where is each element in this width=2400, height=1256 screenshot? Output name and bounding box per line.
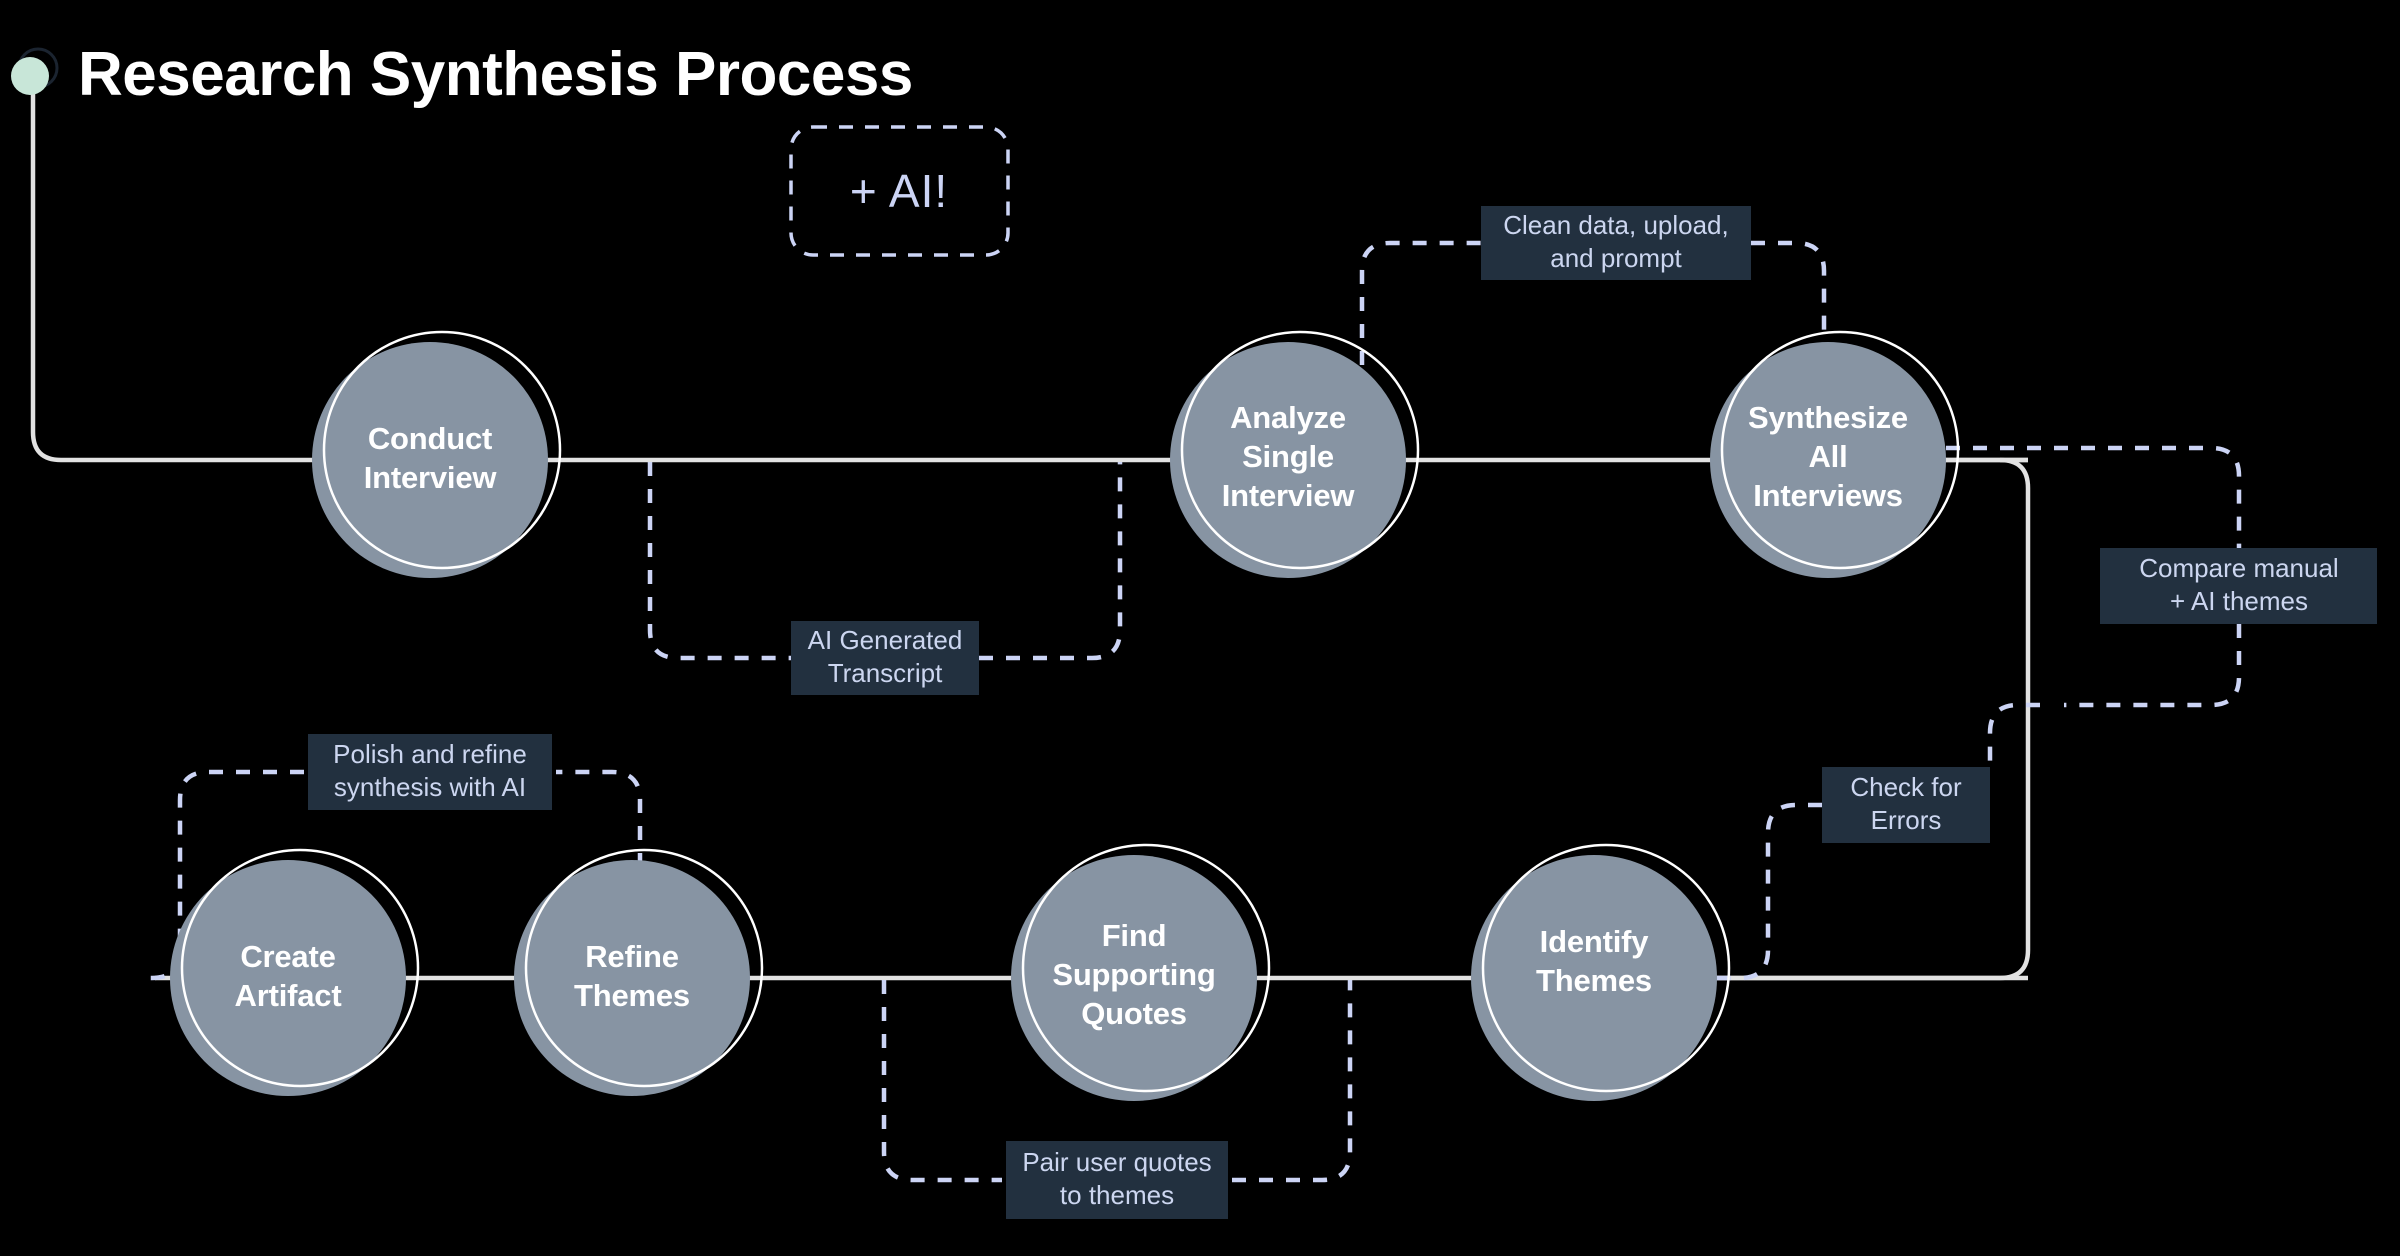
ai-transcript-path-left bbox=[647, 462, 791, 661]
node-label-line: Synthesize bbox=[1748, 400, 1908, 435]
node-label-line: Single bbox=[1242, 439, 1334, 474]
edge-label-line: + AI themes bbox=[2170, 586, 2308, 616]
ai-legend-badge[interactable]: + AI! bbox=[789, 125, 1010, 257]
node-label-line: Interviews bbox=[1753, 478, 1903, 513]
flow-diagram-svg: Conduct Interview Analyze Single Intervi… bbox=[11, 40, 2377, 1219]
node-label-line: All bbox=[1808, 439, 1847, 474]
edge-label-line: to themes bbox=[1060, 1180, 1174, 1210]
node-label-line: Find bbox=[1102, 918, 1167, 953]
node-find-quotes[interactable]: Find Supporting Quotes bbox=[1011, 843, 1271, 1101]
edge-label-polish[interactable]: Polish and refine synthesis with AI bbox=[308, 734, 552, 810]
edge-label-compare[interactable]: Compare manual + AI themes bbox=[2100, 548, 2377, 624]
node-label-line: Interview bbox=[364, 460, 498, 495]
ai-transcript-path-right bbox=[979, 462, 1123, 661]
edge-label-line: Check for bbox=[1850, 772, 1962, 802]
node-label-line: Identify bbox=[1540, 924, 1650, 959]
edge-label-check-errors[interactable]: Check for Errors bbox=[1822, 767, 1990, 843]
node-analyze-single[interactable]: Analyze Single Interview bbox=[1170, 330, 1420, 578]
node-create-artifact[interactable]: Create Artifact bbox=[170, 848, 420, 1096]
edge-label-line: Compare manual bbox=[2139, 553, 2338, 583]
edge-label-line: Errors bbox=[1871, 805, 1942, 835]
node-synthesize-all[interactable]: Synthesize All Interviews bbox=[1710, 330, 1960, 578]
pair-quotes-path-left bbox=[881, 980, 1002, 1183]
clean-data-path-right bbox=[1751, 240, 1827, 345]
clean-data-path-left bbox=[1359, 240, 1481, 392]
node-label-line: Quotes bbox=[1081, 996, 1187, 1031]
node-label-line: Conduct bbox=[368, 421, 492, 456]
node-identify-themes[interactable]: Identify Themes bbox=[1471, 843, 1731, 1101]
node-label-line: Interview bbox=[1222, 478, 1356, 513]
page-title: Research Synthesis Process bbox=[78, 40, 913, 109]
process-nodes: Conduct Interview Analyze Single Intervi… bbox=[170, 330, 1960, 1101]
start-marker-dot-icon bbox=[11, 57, 49, 95]
edge-label-clean-data[interactable]: Clean data, upload, and prompt bbox=[1481, 206, 1751, 280]
edge-label-line: Transcript bbox=[828, 658, 943, 688]
ai-legend-badge-label: + AI! bbox=[850, 165, 948, 217]
node-conduct-interview[interactable]: Conduct Interview bbox=[312, 330, 562, 578]
node-label-line: Themes bbox=[574, 978, 690, 1013]
check-errors-path-in bbox=[1714, 802, 1822, 981]
node-label-line: Refine bbox=[585, 939, 679, 974]
compare-path-in bbox=[1946, 445, 2242, 548]
edge-label-pair-quotes[interactable]: Pair user quotes to themes bbox=[1006, 1141, 1228, 1219]
node-refine-themes[interactable]: Refine Themes bbox=[514, 848, 764, 1096]
node-label-line: Artifact bbox=[235, 978, 342, 1013]
edge-label-line: Polish and refine bbox=[333, 739, 527, 769]
node-label-line: Create bbox=[240, 939, 335, 974]
edge-label-ai-transcript[interactable]: AI Generated Transcript bbox=[791, 621, 979, 695]
edge-label-line: AI Generated bbox=[808, 625, 963, 655]
check-errors-path-right bbox=[1987, 702, 2040, 767]
start-marker[interactable] bbox=[11, 47, 59, 95]
edge-label-line: Clean data, upload, bbox=[1503, 210, 1729, 240]
node-label-line: Supporting bbox=[1052, 957, 1215, 992]
edge-label-line: synthesis with AI bbox=[334, 772, 526, 802]
edge-label-line: and prompt bbox=[1550, 243, 1682, 273]
diagram-canvas: Conduct Interview Analyze Single Intervi… bbox=[0, 0, 2400, 1256]
node-label-line: Themes bbox=[1536, 963, 1652, 998]
node-label-line: Analyze bbox=[1230, 400, 1346, 435]
compare-path-out bbox=[2064, 624, 2242, 708]
edge-label-line: Pair user quotes bbox=[1022, 1147, 1211, 1177]
